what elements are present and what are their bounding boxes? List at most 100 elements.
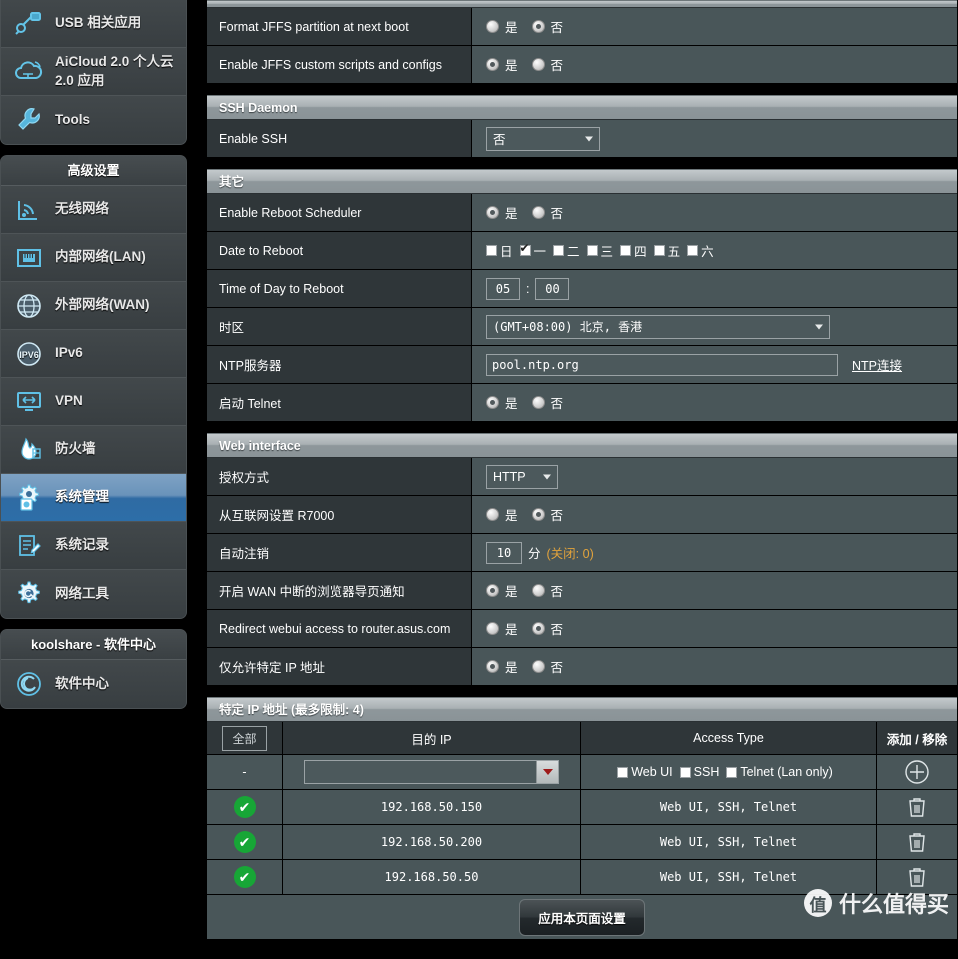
log-pencil-icon [11,530,47,562]
checkbox-day-tue[interactable] [553,245,565,256]
sidebar-item-ipv6[interactable]: IPV6 IPv6 [1,330,186,378]
radio-yes[interactable] [486,58,499,71]
row-label: Redirect webui access to router.asus.com [207,610,472,647]
radio-no[interactable] [531,20,545,33]
dest-ip-select[interactable] [304,760,559,784]
sidebar-item-label: 外部网络(WAN) [55,297,150,313]
radio-no[interactable] [531,206,545,219]
row-enable-ssh: Enable SSH 否 [207,120,957,158]
checkbox-day-fri[interactable] [653,245,665,256]
sidebar-item-network-tools[interactable]: 网络工具 [1,570,186,618]
row-label: 自动注销 [207,534,472,571]
radio-no[interactable] [531,508,545,521]
row-redirect-webui: Redirect webui access to router.asus.com… [207,610,957,648]
sidebar-item-firewall[interactable]: 防火墙 [1,426,186,474]
sidebar-item-wan[interactable]: 外部网络(WAN) [1,282,186,330]
radio-group-wan-notify[interactable]: 是 否 [486,581,571,600]
reboot-hour-input[interactable]: 05 [486,277,520,300]
checkbox-day-sat[interactable] [687,245,699,256]
trash-icon[interactable] [906,830,928,854]
select-all-button[interactable]: 全部 [222,725,267,751]
trash-icon[interactable] [906,795,928,819]
row-label: Enable SSH [207,120,472,157]
row-ip: 192.168.50.150 [380,800,483,814]
row-label: Enable Reboot Scheduler [207,194,472,231]
row-label: 授权方式 [207,458,472,495]
auto-logout-hint: (关闭: 0) [546,547,594,561]
radio-group-format-jffs[interactable]: 是 否 [486,17,571,36]
radio-no-label: 否 [550,59,564,73]
radio-group-reboot-scheduler[interactable]: 是 否 [486,203,571,222]
sidebar-item-label: 内部网络(LAN) [55,249,146,265]
reboot-minute-input[interactable]: 00 [535,277,570,300]
radio-yes[interactable] [486,396,499,409]
sidebar-item-label: AiCloud 2.0 个人云 2.0 应用 [55,54,174,88]
radio-no[interactable] [531,660,545,673]
checkbox-access-telnet[interactable] [726,766,738,778]
radio-no[interactable] [531,396,545,409]
plus-circle-icon[interactable] [904,759,930,785]
table-header-dest-ip: 目的 IP [411,732,452,747]
sidebar-item-vpn[interactable]: VPN [1,378,186,426]
row-value: 是 否 [472,8,957,45]
radio-group-telnet[interactable]: 是 否 [486,393,571,412]
radio-no[interactable] [531,58,545,71]
checkbox-day-thu[interactable] [620,245,632,256]
radio-yes[interactable] [486,622,499,635]
row-value: 05 : 00 [472,270,957,307]
auth-method-select[interactable]: HTTP [486,464,558,489]
radio-yes-label: 是 [505,509,518,523]
sidebar-item-usb[interactable]: USB 相关应用 [1,0,186,48]
radio-no[interactable] [531,622,545,635]
dropdown-button[interactable] [536,761,558,783]
status-badge[interactable]: ✔ [233,831,256,853]
status-badge[interactable]: ✔ [233,796,256,818]
radio-yes[interactable] [486,20,499,33]
auto-logout-unit: 分 [528,547,541,561]
radio-yes[interactable] [486,206,499,219]
table-row[interactable]: ✔ 192.168.50.150 Web UI, SSH, Telnet [207,790,957,825]
status-badge[interactable]: ✔ [233,866,256,888]
radio-group-redirect-webui[interactable]: 是 否 [486,619,571,638]
sidebar-item-label: USB 相关应用 [55,15,142,31]
ntp-server-input[interactable]: pool.ntp.org [486,353,838,376]
table-header-access-type: Access Type [693,731,764,745]
sidebar-item-wireless[interactable]: 无线网络 [1,186,186,234]
access-label-telnet: Telnet (Lan only) [740,765,833,779]
sidebar-item-system-log[interactable]: 系统记录 [1,522,186,570]
row-value: 是 否 [472,194,957,231]
checkbox-access-ssh[interactable] [679,766,691,778]
checkbox-access-webui[interactable] [617,766,629,778]
sidebar-item-aicloud[interactable]: AiCloud 2.0 个人云 2.0 应用 [1,48,186,96]
trash-icon[interactable] [906,865,928,889]
radio-yes[interactable] [486,584,499,597]
table-header-add-remove: 添加 / 移除 [886,732,948,747]
radio-yes[interactable] [486,508,499,521]
checkbox-day-mon[interactable] [519,241,531,256]
auto-logout-input[interactable]: 10 [486,541,522,564]
radio-yes[interactable] [486,660,499,673]
checkbox-day-sun[interactable] [486,245,497,256]
apply-settings-button[interactable]: 应用本页面设置 [519,898,645,936]
chevron-down-icon [815,324,823,329]
checkbox-day-wed[interactable] [586,245,598,256]
radio-yes-label: 是 [505,59,518,73]
radio-group-jffs-scripts[interactable]: 是 否 [486,55,571,74]
sidebar-item-system-admin[interactable]: 系统管理 [1,474,186,522]
radio-no[interactable] [531,584,545,597]
specific-ip-table: 全部 目的 IP Access Type 添加 / 移除 - Web UI SS [207,722,957,895]
row-value: 日 一 二 三 四 五 六 [472,232,957,269]
enable-ssh-select[interactable]: 否 [486,126,600,151]
radio-group-wan-setup[interactable]: 是 否 [486,505,571,524]
sidebar-item-tools[interactable]: Tools [1,96,186,144]
timezone-select[interactable]: (GMT+08:00) 北京, 香港 [486,314,830,339]
sidebar-item-lan[interactable]: 内部网络(LAN) [1,234,186,282]
chevron-down-icon [542,769,553,775]
row-wan-notify: 开启 WAN 中断的浏览器导页通知 是 否 [207,572,957,610]
sidebar-advanced-group: 高级设置 无线网络 内部网络(LAN) 外部网络(WAN) IPV6 IPv6 … [0,155,187,619]
table-row[interactable]: ✔ 192.168.50.200 Web UI, SSH, Telnet [207,825,957,860]
sidebar-item-software-center[interactable]: 软件中心 [1,660,186,708]
row-value: 是 否 [472,46,957,83]
radio-group-only-specified-ip[interactable]: 是 否 [486,657,571,676]
ntp-connect-link[interactable]: NTP连接 [852,355,902,374]
